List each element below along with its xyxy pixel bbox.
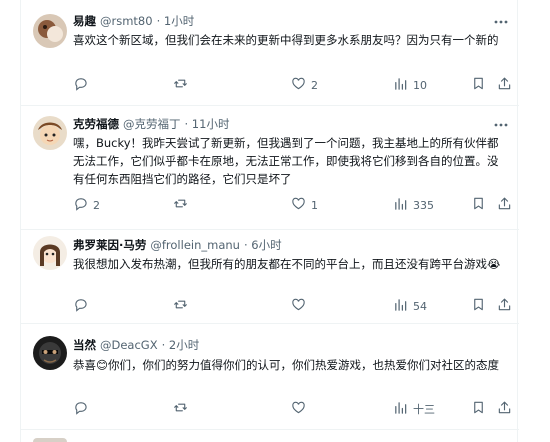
views-count: 335: [413, 198, 434, 212]
views-icon: [393, 400, 408, 418]
reply-button[interactable]: 2: [73, 196, 100, 214]
tweet-header: 当然 @DeacGX · 2小时: [73, 337, 199, 355]
tweet[interactable]: 当然 @DeacGX · 2小时 恭喜😊你们，你们的努力值得你们的认可，你们热爱游戏…: [21, 324, 519, 430]
bookmark-icon: [471, 297, 486, 315]
tweet-header: 弗罗莱因·马劳 @frollein_manu · 6小时: [73, 237, 282, 255]
share-button[interactable]: [497, 297, 512, 315]
author-handle[interactable]: @DeacGX: [100, 338, 158, 352]
heart-icon: [291, 400, 306, 418]
like-button[interactable]: [291, 400, 311, 418]
share-button[interactable]: [497, 196, 512, 214]
share-icon: [497, 297, 512, 315]
retweet-icon: [173, 196, 188, 214]
like-button[interactable]: 2: [291, 76, 318, 94]
author-handle[interactable]: @frollein_manu: [150, 238, 240, 252]
bookmark-button[interactable]: [471, 297, 486, 315]
like-button[interactable]: 1: [291, 196, 318, 214]
tweet-header: 克劳福德 @克劳福丁 · 11小时: [73, 116, 229, 134]
author-name[interactable]: 弗罗莱因·马劳: [73, 238, 146, 252]
avatar[interactable]: [33, 438, 67, 442]
reply-count: 2: [93, 198, 100, 212]
reply-button[interactable]: [73, 76, 93, 94]
views-icon: [393, 76, 408, 94]
tweet[interactable]: 易趣 @rsmt80 · 1小时 喜欢这个新区域，但我们会在未来的更新中得到更多水系…: [21, 0, 519, 106]
reply-icon: [73, 297, 88, 315]
heart-icon: [291, 196, 306, 214]
tweet-text: 嘿，Bucky！我昨天尝试了新更新，但我遇到了一个问题，我主基地上的所有伙伴都无…: [73, 136, 499, 186]
tweet-text: 恭喜😊你们，你们的努力值得你们的认可，你们热爱游戏，也热爱你们对社区的态度: [73, 358, 499, 372]
retweet-button[interactable]: [173, 196, 193, 214]
author-name[interactable]: 克劳福德: [73, 117, 119, 131]
views-count: 10: [413, 78, 427, 92]
retweet-icon: [173, 297, 188, 315]
reply-feed: 易趣 @rsmt80 · 1小时 喜欢这个新区域，但我们会在未来的更新中得到更多水系…: [20, 0, 519, 442]
reply-button[interactable]: [73, 297, 93, 315]
reply-icon: [73, 196, 88, 214]
views-button[interactable]: 十三: [393, 400, 435, 418]
retweet-icon: [173, 400, 188, 418]
retweet-button[interactable]: [173, 297, 193, 315]
bookmark-button[interactable]: [471, 76, 486, 94]
bookmark-icon: [471, 76, 486, 94]
reply-button[interactable]: [73, 400, 93, 418]
tweet[interactable]: 克劳福德 @克劳福丁 · 11小时 嘿，Bucky！我昨天尝试了新更新，但我遇到了一…: [21, 106, 519, 230]
heart-icon: [291, 297, 306, 315]
like-button[interactable]: [291, 297, 311, 315]
share-icon: [497, 76, 512, 94]
bookmark-icon: [471, 196, 486, 214]
action-bar: 2 10: [73, 76, 513, 94]
share-button[interactable]: [497, 400, 512, 418]
avatar[interactable]: [33, 336, 67, 370]
more-icon[interactable]: [493, 117, 509, 133]
views-icon: [393, 196, 408, 214]
reply-icon: [73, 76, 88, 94]
timestamp[interactable]: · 6小时: [244, 238, 282, 252]
heart-icon: [291, 76, 306, 94]
views-icon: [393, 297, 408, 315]
timestamp[interactable]: · 2小时: [162, 338, 200, 352]
views-count: 十三: [413, 403, 435, 416]
views-button[interactable]: 10: [393, 76, 427, 94]
tweet-text: 喜欢这个新区域，但我们会在未来的更新中得到更多水系朋友吗？因为只有一个新的: [73, 33, 499, 47]
avatar[interactable]: [33, 14, 67, 48]
share-button[interactable]: [497, 76, 512, 94]
avatar[interactable]: [33, 116, 67, 150]
retweet-button[interactable]: [173, 400, 193, 418]
bookmark-button[interactable]: [471, 400, 486, 418]
author-handle[interactable]: @rsmt80: [100, 14, 153, 28]
share-icon: [497, 400, 512, 418]
like-count: 2: [311, 78, 318, 92]
bookmark-button[interactable]: [471, 196, 486, 214]
like-count: 1: [311, 198, 318, 212]
tweet-header: 易趣 @rsmt80 · 1小时: [73, 13, 194, 31]
author-name[interactable]: 易趣: [73, 14, 96, 28]
action-bar: 2 1 335: [73, 196, 513, 214]
author-handle[interactable]: @克劳福丁: [123, 117, 181, 131]
action-bar: 54: [73, 297, 513, 315]
timestamp[interactable]: · 11小时: [185, 117, 230, 131]
views-count: 54: [413, 299, 427, 313]
timestamp[interactable]: · 1小时: [157, 14, 195, 28]
views-button[interactable]: 54: [393, 297, 427, 315]
bookmark-icon: [471, 400, 486, 418]
tweet[interactable]: 弗罗莱因·马劳 @frollein_manu · 6小时 我很想加入发布热潮，但我所…: [21, 230, 519, 324]
retweet-icon: [173, 76, 188, 94]
more-icon[interactable]: [493, 14, 509, 30]
avatar[interactable]: [33, 236, 67, 270]
views-button[interactable]: 335: [393, 196, 434, 214]
author-name[interactable]: 当然: [73, 338, 96, 352]
retweet-button[interactable]: [173, 76, 193, 94]
share-icon: [497, 196, 512, 214]
reply-icon: [73, 400, 88, 418]
tweet-text: 我很想加入发布热潮，但我所有的朋友都在不同的平台上，而且还没有跨平台游戏😭: [73, 257, 501, 271]
action-bar: 十三: [73, 400, 513, 418]
next-tweet-peek: [21, 430, 519, 442]
